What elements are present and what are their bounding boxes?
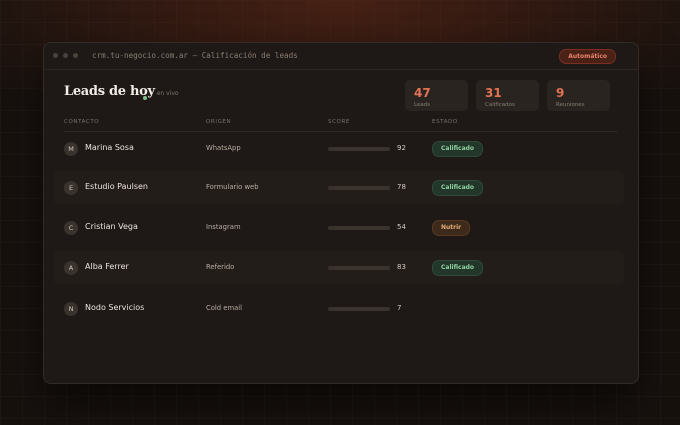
table-row[interactable]: N Nodo Servicios Cold email 7	[54, 292, 624, 325]
stat-value: 47	[414, 86, 431, 100]
lead-origin: Instagram	[206, 223, 241, 231]
status-badge: Calificado	[432, 180, 484, 196]
status-badge: Calificado	[432, 141, 484, 157]
avatar: M	[64, 142, 78, 156]
automatic-mode-badge[interactable]: Automático	[559, 49, 616, 64]
table-row[interactable]: E Estudio Paulsen Formulario web 78 Cali…	[54, 171, 624, 204]
address-text: crm.tu-negocio.com.ar — Calificación de …	[92, 51, 298, 60]
lead-origin: Referido	[206, 263, 235, 271]
score-value: 78	[397, 183, 406, 191]
column-header-contact[interactable]: CONTACTO	[64, 119, 99, 125]
table-row[interactable]: M Marina Sosa WhatsApp 92 Calificado	[54, 132, 624, 165]
live-label: en vivo	[156, 90, 179, 97]
stat-card-qualified[interactable]: 31 Calificados	[476, 80, 539, 111]
stat-value: 9	[556, 86, 565, 100]
contact-name: Marina Sosa	[85, 143, 134, 152]
stat-value: 31	[485, 86, 502, 100]
column-header-origin[interactable]: ORIGEN	[206, 119, 231, 125]
lead-origin: WhatsApp	[206, 144, 241, 152]
avatar: N	[64, 302, 78, 316]
avatar: A	[64, 261, 78, 275]
contact-name: Alba Ferrer	[85, 262, 129, 271]
table-row[interactable]: A Alba Ferrer Referido 83 Calificado	[54, 251, 624, 284]
stat-label: Reuniones	[556, 102, 585, 108]
score-bar	[328, 307, 390, 311]
score-value: 54	[397, 223, 406, 231]
score-bar	[328, 147, 390, 151]
status-badge: Calificado	[432, 260, 484, 276]
score-bar	[328, 186, 390, 190]
window-controls	[53, 53, 78, 58]
lead-origin: Cold email	[206, 304, 243, 312]
status-badge: Nutrir	[432, 220, 471, 236]
score-value: 7	[397, 304, 402, 312]
contact-name: Nodo Servicios	[85, 303, 145, 312]
live-indicator-dot	[143, 96, 147, 100]
score-value: 83	[397, 263, 406, 271]
stat-label: Calificados	[485, 102, 515, 108]
contact-name: Cristian Vega	[85, 222, 138, 231]
column-header-status[interactable]: ESTADO	[432, 119, 458, 125]
stat-label: Leads	[414, 102, 431, 108]
score-value: 92	[397, 144, 406, 152]
score-bar	[328, 226, 390, 230]
avatar: E	[64, 181, 78, 195]
stats-cards: 47 Leads 31 Calificados 9 Reuniones	[405, 80, 610, 111]
avatar: C	[64, 221, 78, 235]
stat-card-leads[interactable]: 47 Leads	[405, 80, 468, 111]
close-window-button[interactable]	[53, 53, 58, 58]
title-bar: crm.tu-negocio.com.ar — Calificación de …	[44, 43, 638, 70]
minimize-window-button[interactable]	[63, 53, 68, 58]
table-header: CONTACTO ORIGEN SCORE ESTADO	[44, 119, 638, 131]
lead-origin: Formulario web	[206, 183, 259, 191]
page-title: Leads de hoy	[64, 84, 155, 99]
page-header: Leads de hoy en vivo	[64, 84, 179, 99]
column-header-score[interactable]: SCORE	[328, 119, 350, 125]
score-bar	[328, 266, 390, 270]
app-window: crm.tu-negocio.com.ar — Calificación de …	[43, 42, 639, 384]
maximize-window-button[interactable]	[73, 53, 78, 58]
stat-card-meetings[interactable]: 9 Reuniones	[547, 80, 610, 111]
contact-name: Estudio Paulsen	[85, 182, 148, 191]
table-row[interactable]: C Cristian Vega Instagram 54 Nutrir	[54, 211, 624, 244]
